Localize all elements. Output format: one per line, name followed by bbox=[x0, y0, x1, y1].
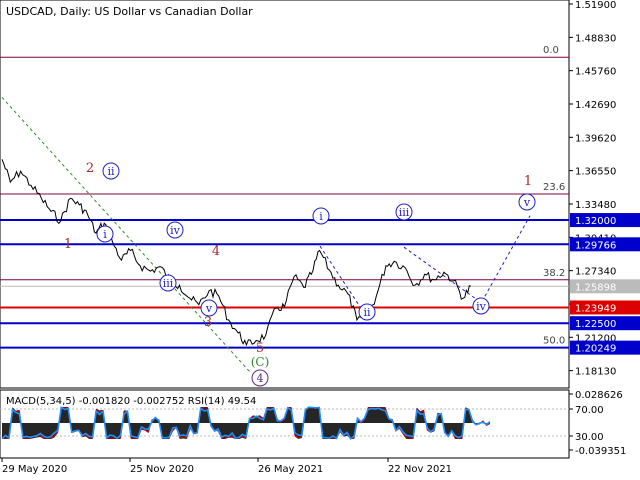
chart-title: USDCAD, Daily: US Dollar vs Canadian Dol… bbox=[6, 5, 253, 18]
price-tick-label: 1.18130 bbox=[575, 367, 616, 378]
time-axis: 29 May 2020 25 Nov 2020 26 May 2021 22 Nov … bbox=[1, 458, 452, 475]
indicator-label: MACD(5,34,5) -0.001820 -0.002752 RSI(14)… bbox=[6, 396, 256, 407]
wave-label-blue: v bbox=[523, 196, 531, 209]
fib-level-label: 23.6 bbox=[543, 182, 565, 193]
price-tag-label: 1.32000 bbox=[575, 216, 616, 227]
time-tick-label: 26 May 2021 bbox=[258, 464, 323, 475]
wave-label-blue: iv bbox=[476, 300, 487, 313]
wave-label-blue: i bbox=[319, 210, 323, 223]
time-tick-label: 22 Nov 2021 bbox=[388, 464, 452, 475]
fib-level-label: 50.0 bbox=[543, 336, 565, 347]
price-tick-label: 1.39620 bbox=[575, 133, 616, 144]
wave-label-red: 3 bbox=[204, 315, 212, 330]
fib-level-label: 0.0 bbox=[543, 45, 559, 56]
wave-label-blue: i bbox=[103, 228, 107, 241]
price-tick-label: 1.48830 bbox=[575, 33, 616, 44]
price-tick-label: 1.51900 bbox=[575, 0, 616, 11]
price-tag-label: 1.29766 bbox=[575, 240, 616, 251]
wave-label-red: 1 bbox=[524, 174, 532, 189]
indicator-tick-label: 70.00 bbox=[575, 405, 604, 416]
indicator-tick-label: 30.00 bbox=[575, 432, 604, 443]
price-tick-label: 1.45760 bbox=[575, 67, 616, 78]
price-tick-label: 1.33480 bbox=[575, 200, 616, 211]
wave-label-red: 4 bbox=[212, 244, 220, 259]
indicator-tick-label: -0.039351 bbox=[575, 446, 626, 457]
wave-label-purple: 4 bbox=[257, 372, 264, 385]
indicator-tick-label: 0.028626 bbox=[575, 390, 623, 401]
time-tick-label: 29 May 2020 bbox=[2, 464, 67, 475]
price-tag-label: 1.25898 bbox=[575, 282, 616, 293]
price-chart[interactable]: USDCAD, Daily: US Dollar vs Canadian Dol… bbox=[0, 0, 640, 480]
wave-label-green: (C) bbox=[251, 355, 270, 369]
price-tag-label: 1.20249 bbox=[575, 344, 616, 355]
price-tick-label: 1.42690 bbox=[575, 100, 616, 111]
price-tick-label: 1.36550 bbox=[575, 167, 616, 178]
fib-level-label: 38.2 bbox=[543, 268, 565, 279]
wave-label-blue: iv bbox=[170, 224, 181, 237]
wave-label-red: 1 bbox=[64, 237, 72, 252]
wave-label-blue: iii bbox=[399, 206, 410, 219]
wave-label-red: 5 bbox=[256, 341, 264, 356]
wave-label-blue: v bbox=[205, 302, 213, 315]
wave-label-blue: iii bbox=[163, 277, 174, 290]
price-tag-label: 1.22500 bbox=[575, 319, 616, 330]
price-tag-label: 1.23949 bbox=[575, 303, 616, 314]
wave-label-blue: ii bbox=[363, 306, 371, 319]
wave-label-red: 2 bbox=[86, 161, 94, 176]
wave-label-blue: ii bbox=[107, 165, 115, 178]
price-tick-label: 1.27340 bbox=[575, 267, 616, 278]
time-tick-label: 25 Nov 2020 bbox=[130, 464, 194, 475]
